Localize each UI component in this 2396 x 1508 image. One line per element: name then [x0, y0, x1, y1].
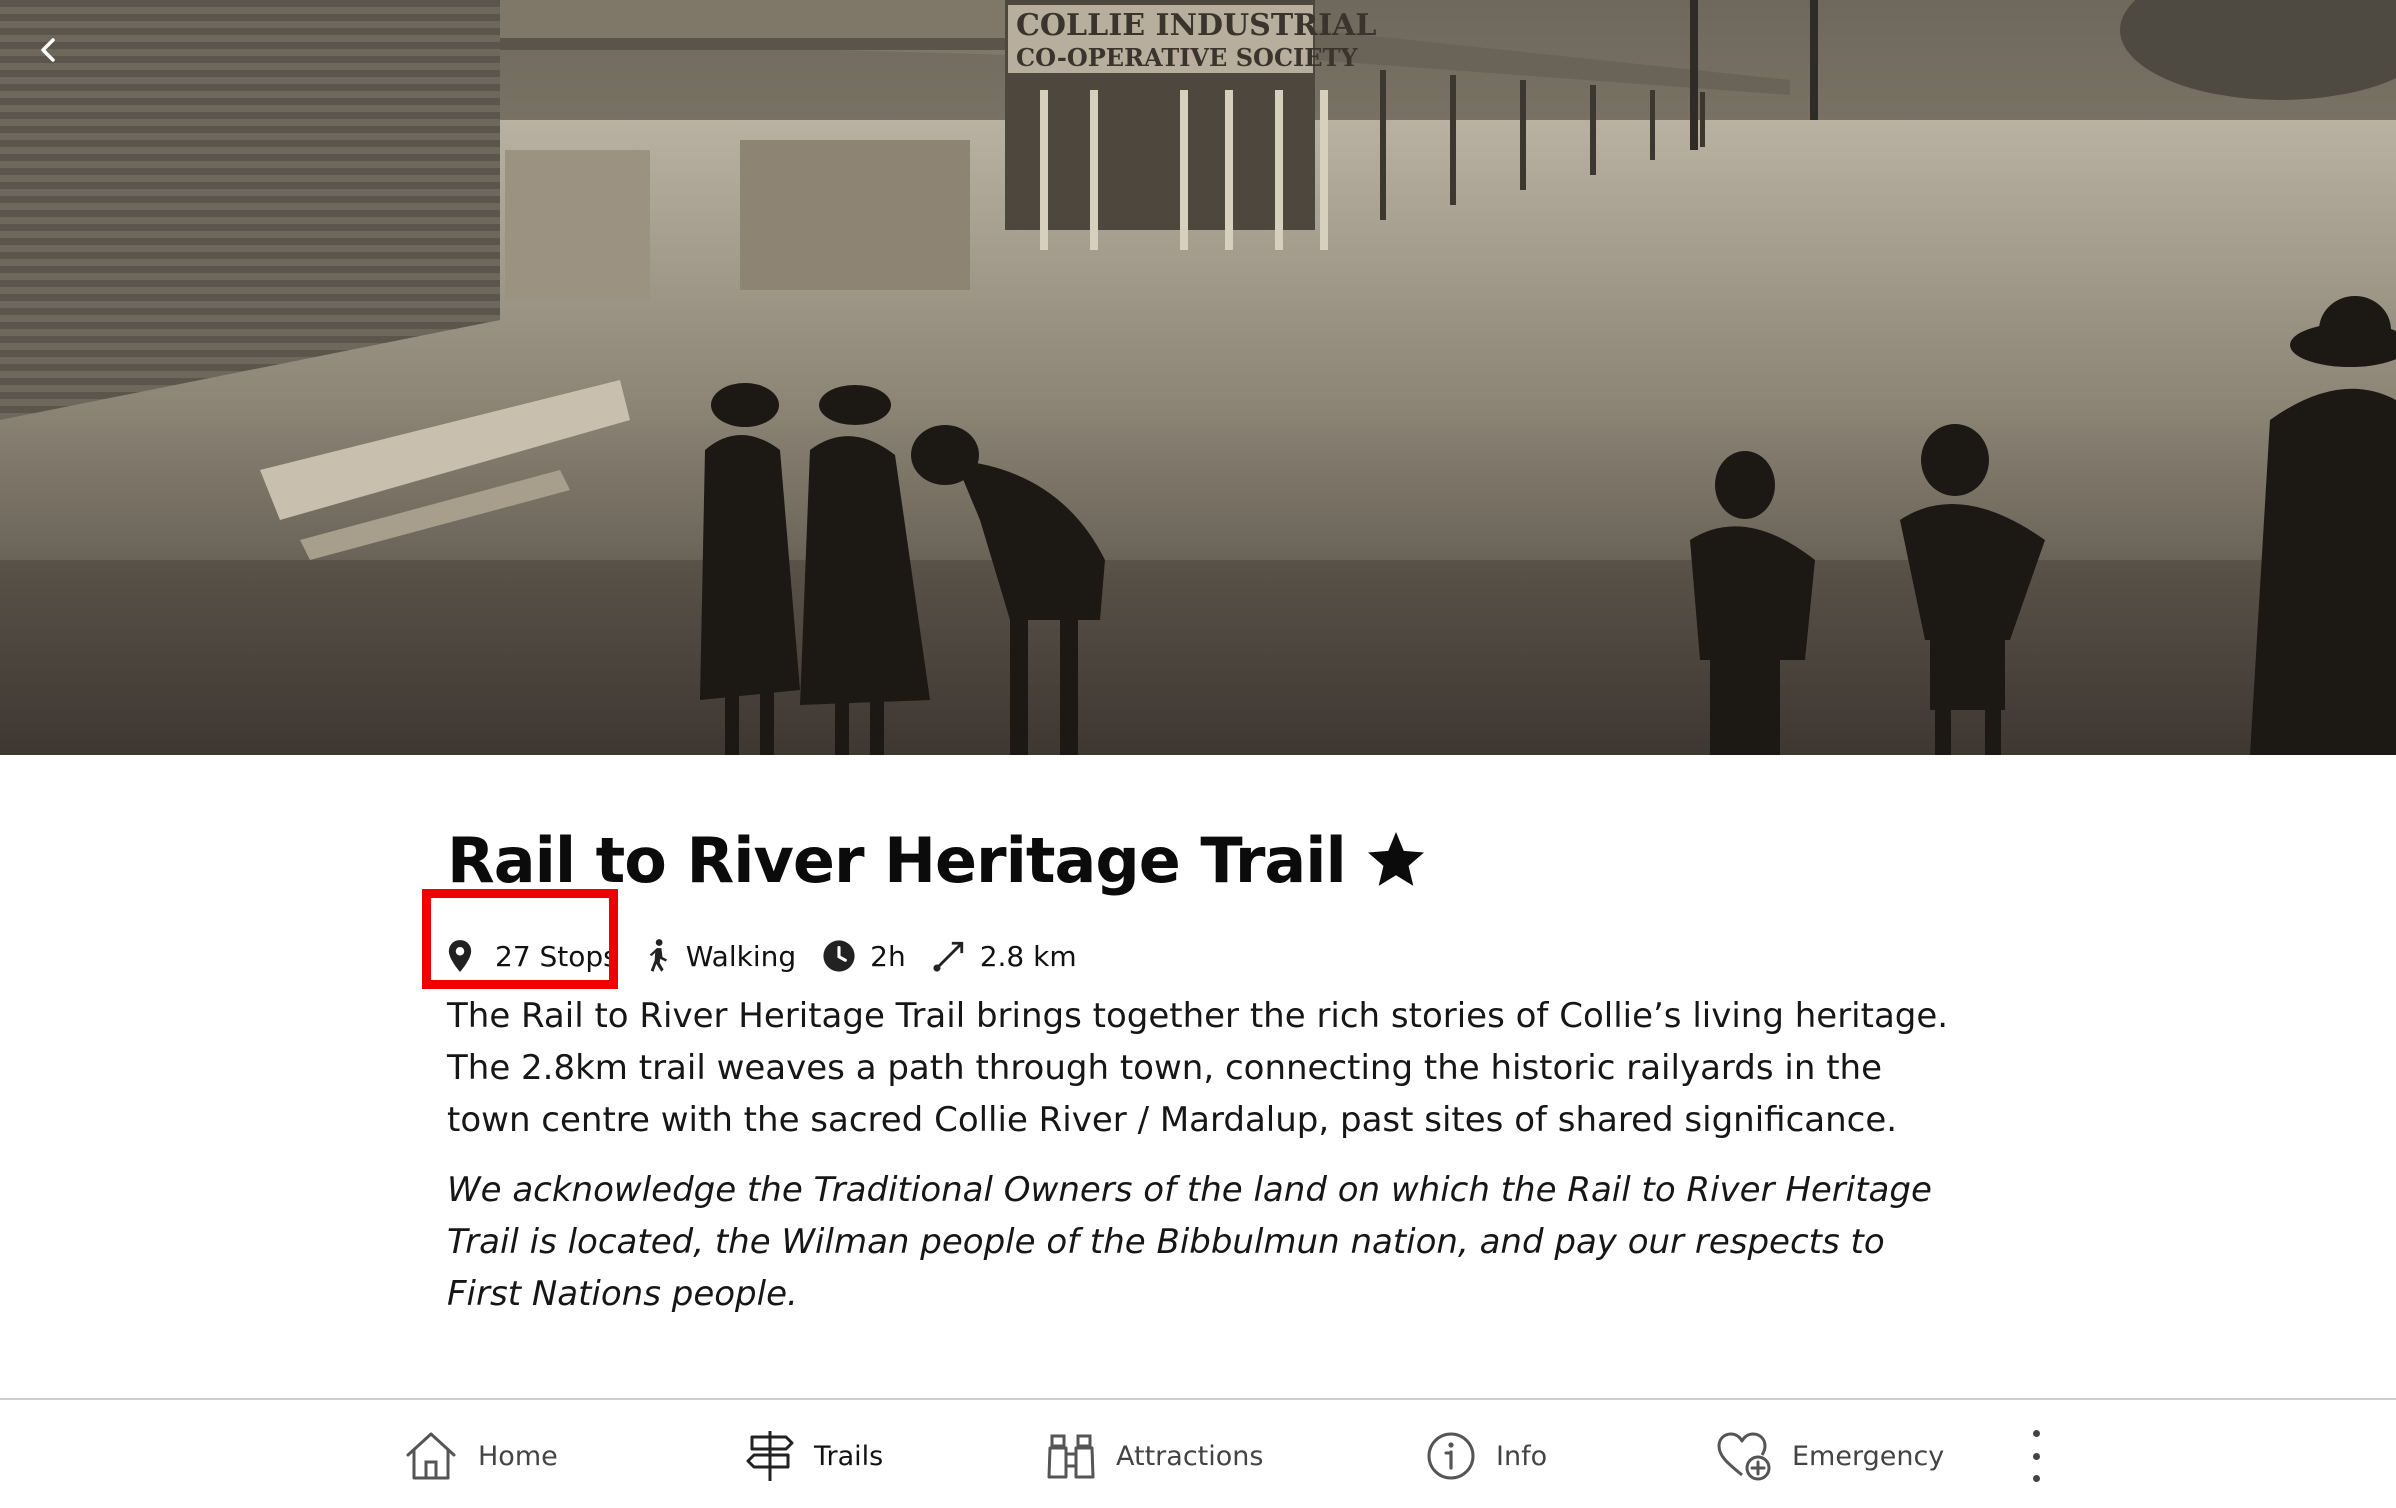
distance-label: 2.8 km — [979, 939, 1077, 973]
acknowledgement-text: We acknowledge the Traditional Owners of… — [447, 1170, 1932, 1314]
chevron-left-icon — [41, 38, 55, 62]
trail-duration: 2h — [822, 939, 906, 973]
more-vertical-icon-dot — [2032, 1475, 2040, 1482]
nav-item-info[interactable]: Info — [1426, 1428, 1547, 1484]
title-row: Rail to River Heritage Trail — [447, 812, 1947, 908]
trail-description: The Rail to River Heritage Trail brings … — [447, 996, 1949, 1140]
nav-label-home: Home — [478, 1440, 558, 1472]
page-title: Rail to River Heritage Trail — [447, 823, 1347, 897]
stops-count: 27 Stops — [447, 939, 618, 973]
trail-distance: 2.8 km — [932, 939, 1077, 973]
historic-flood-photo: COLLIE INDUSTRIAL CO-OPERATIVE SOCIETY — [0, 0, 2396, 755]
back-button[interactable] — [22, 24, 74, 76]
binoculars-icon — [1047, 1434, 1095, 1479]
svg-text:CO-OPERATIVE SOCIETY: CO-OPERATIVE SOCIETY — [1016, 43, 1358, 72]
info-icon — [1427, 1432, 1475, 1480]
heart-plus-icon — [1717, 1432, 1771, 1481]
mode-label: Walking — [685, 939, 797, 973]
hero-photo: COLLIE INDUSTRIAL CO-OPERATIVE SOCIETY — [0, 0, 2396, 755]
trail-detail-screen: COLLIE INDUSTRIAL CO-OPERATIVE SOCIETY R… — [0, 0, 2396, 1508]
duration-label: 2h — [870, 939, 906, 973]
nav-label-trails: Trails — [814, 1440, 884, 1472]
svg-text:COLLIE INDUSTRIAL: COLLIE INDUSTRIAL — [1016, 8, 1377, 43]
nav-label-info: Info — [1496, 1440, 1548, 1472]
home-icon — [406, 1432, 456, 1480]
clock-icon — [823, 940, 855, 972]
nav-label-emergency: Emergency — [1792, 1440, 1945, 1472]
nav-item-trails[interactable]: Trails — [746, 1428, 883, 1484]
nav-item-emergency[interactable]: Emergency — [1716, 1428, 1944, 1484]
more-vertical-icon — [2032, 1430, 2040, 1437]
trail-meta: 27 Stops Walking 2h 2.8 km — [447, 932, 1947, 980]
nav-label-attractions: Attractions — [1116, 1440, 1264, 1472]
trail-mode: Walking — [644, 938, 796, 974]
favorite-button[interactable] — [1364, 828, 1428, 892]
location-pin-icon — [448, 940, 472, 972]
walking-icon — [649, 939, 667, 972]
star-icon — [1367, 832, 1424, 886]
more-options-button[interactable] — [2020, 1430, 2052, 1482]
stops-label: 27 Stops — [495, 939, 618, 973]
nav-item-attractions[interactable]: Attractions — [1046, 1428, 1263, 1484]
more-vertical-icon-dot — [2032, 1452, 2040, 1460]
nav-item-home[interactable]: Home — [404, 1428, 558, 1484]
trail-details: Rail to River Heritage Trail 27 Stops Wa… — [422, 812, 1948, 1320]
distance-icon — [933, 941, 963, 972]
signpost-icon — [746, 1431, 794, 1481]
bottom-navigation: Home Trails Attractions Info Emergency — [0, 1398, 2396, 1508]
